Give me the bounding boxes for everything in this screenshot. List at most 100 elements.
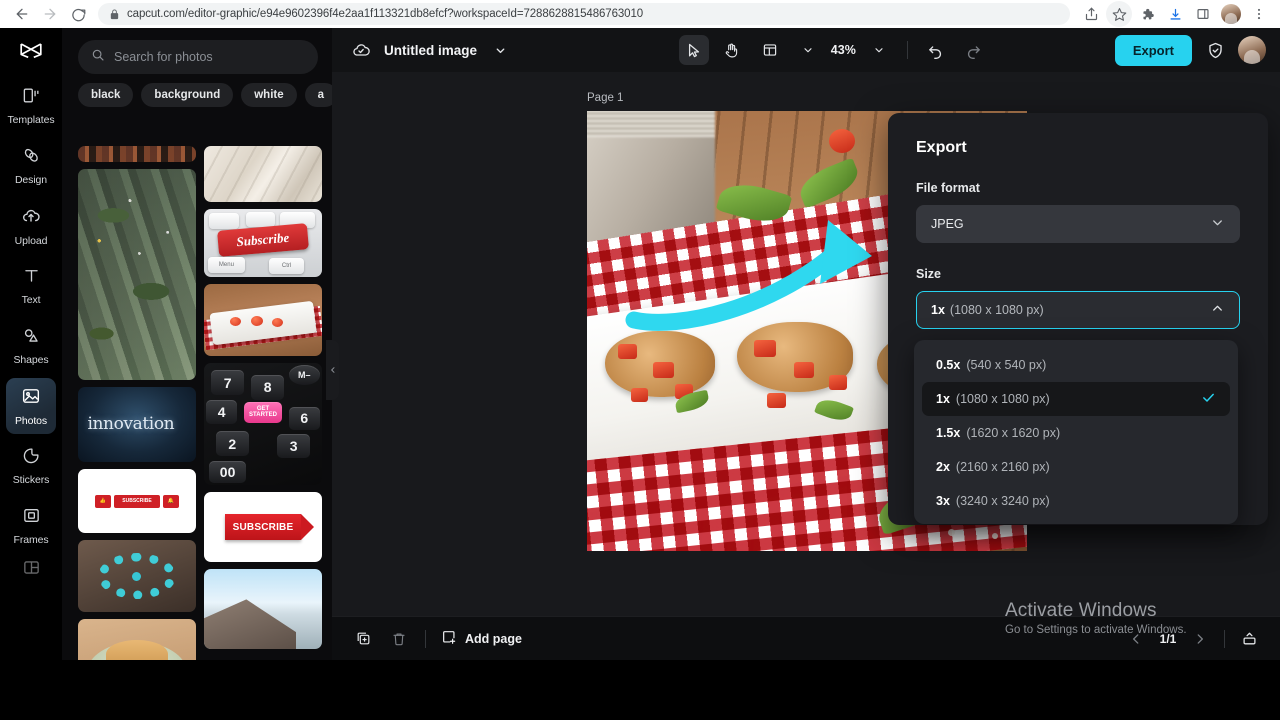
- next-page-button[interactable]: [1185, 624, 1215, 654]
- sidebar-item-design[interactable]: Design: [6, 138, 56, 194]
- file-format-select[interactable]: JPEG: [916, 205, 1240, 243]
- cloud-saved-icon[interactable]: [346, 35, 376, 65]
- layout-tool[interactable]: [755, 35, 785, 65]
- bookmark-star-icon[interactable]: [1106, 1, 1132, 27]
- chevron-up-icon: [1210, 301, 1225, 319]
- photo-grid: innovation 👍 SUBSCRIBE 🔔 Subscribe Menu …: [78, 146, 328, 660]
- size-option-1x[interactable]: 1x (1080 x 1080 px): [922, 382, 1230, 416]
- hand-tool[interactable]: [717, 35, 747, 65]
- design-icon: [22, 146, 41, 170]
- export-button[interactable]: Export: [1114, 34, 1192, 66]
- filter-chip-background[interactable]: background: [141, 83, 234, 107]
- size-option-text: 3x (3240 x 3240 px): [936, 494, 1050, 508]
- capcut-logo[interactable]: [11, 34, 51, 68]
- search-icon: [91, 48, 105, 67]
- sidebar-item-shapes[interactable]: Shapes: [6, 318, 56, 374]
- stickers-icon: [22, 446, 41, 470]
- artwork-jar-lid: [587, 111, 715, 137]
- select-tool[interactable]: [678, 35, 709, 65]
- chevron-down-icon[interactable]: [485, 35, 515, 65]
- thumb-text-innovation: innovation: [87, 414, 175, 434]
- calc-key-00: 00: [208, 460, 247, 483]
- photo-thumb-turquoise-beads[interactable]: [78, 540, 196, 612]
- sidebar-item-label: Shapes: [13, 354, 49, 366]
- artwork-tomato-dice-7: [767, 392, 787, 408]
- browser-back-button[interactable]: [8, 0, 36, 28]
- key-ctrl: Ctrl: [268, 257, 305, 275]
- shield-check-icon[interactable]: [1200, 35, 1230, 65]
- artwork-tomato-dice-5: [754, 339, 777, 357]
- calc-key-4: 4: [206, 399, 238, 424]
- document-title[interactable]: Untitled image: [384, 43, 477, 58]
- photo-thumb-subscribe-key[interactable]: Subscribe Menu Ctrl: [204, 209, 322, 277]
- zoom-caret-icon[interactable]: [864, 35, 894, 65]
- search-section: Search for photos: [62, 28, 332, 74]
- size-option-1.5x[interactable]: 1.5x (1620 x 1620 px): [922, 416, 1230, 450]
- text-icon: [22, 266, 41, 290]
- user-avatar[interactable]: [1238, 36, 1266, 64]
- panel-collapse-handle[interactable]: [326, 340, 339, 400]
- size-select[interactable]: 1x (1080 x 1080 px): [916, 291, 1240, 329]
- size-option-0.5x[interactable]: 0.5x (540 x 540 px): [922, 348, 1230, 382]
- add-page-button[interactable]: Add page: [441, 629, 522, 648]
- profile-avatar[interactable]: [1218, 1, 1244, 27]
- photo-thumb-city-street-strip[interactable]: [78, 146, 196, 162]
- photo-thumb-calculator-keys[interactable]: 7 8 M– 4 GET STARTED 6 2 3 00: [204, 363, 322, 485]
- sidebar-item-stickers[interactable]: Stickers: [6, 438, 56, 494]
- sidebar-item-templates[interactable]: Templates: [6, 78, 56, 134]
- photo-thumb-veggie-burger[interactable]: [78, 619, 196, 660]
- address-bar[interactable]: capcut.com/editor-graphic/e94e9602396f4e…: [98, 3, 1070, 25]
- duplicate-page-button[interactable]: [348, 624, 378, 654]
- size-option-text: 2x (2160 x 2160 px): [936, 460, 1050, 474]
- browser-reload-button[interactable]: [64, 0, 92, 28]
- calc-key-7: 7: [211, 370, 245, 395]
- editor-bottom-bar: Add page 1/1: [332, 616, 1280, 660]
- address-bar-url: capcut.com/editor-graphic/e94e9602396f4e…: [127, 8, 644, 20]
- size-option-3x[interactable]: 3x (3240 x 3240 px): [922, 484, 1230, 518]
- photo-thumb-subscribe-bar[interactable]: 👍 SUBSCRIBE 🔔: [78, 469, 196, 533]
- filter-chip-black[interactable]: black: [78, 83, 134, 107]
- thumb-text-subscribe-arrow: SUBSCRIBE: [225, 514, 314, 540]
- more-menu-icon[interactable]: [1246, 1, 1272, 27]
- delete-page-button[interactable]: [384, 624, 414, 654]
- profile-avatar-image: [1221, 4, 1241, 24]
- sidebar-item-text[interactable]: Text: [6, 258, 56, 314]
- zoom-level-value[interactable]: 43%: [831, 43, 856, 57]
- thumbs-up-badge: 👍: [95, 494, 111, 508]
- filter-chip-white[interactable]: white: [241, 83, 297, 107]
- size-options-dropdown: 0.5x (540 x 540 px) 1x (1080 x 1080 px) 1.…: [914, 340, 1238, 524]
- photo-thumb-subscribe-arrow[interactable]: SUBSCRIBE: [204, 492, 322, 562]
- pager-divider: [1224, 629, 1225, 648]
- size-option-text: 0.5x (540 x 540 px): [936, 358, 1047, 372]
- key-menu: Menu: [207, 256, 246, 273]
- redo-button[interactable]: [959, 35, 989, 65]
- size-option-text: 1x (1080 x 1080 px): [936, 392, 1050, 406]
- photo-thumb-mountain-sky[interactable]: [204, 569, 322, 649]
- size-option-2x[interactable]: 2x (2160 x 2160 px): [922, 450, 1230, 484]
- sidebar-item-more[interactable]: [6, 558, 56, 598]
- expand-panel-button[interactable]: [1234, 624, 1264, 654]
- sidebar-item-upload[interactable]: Upload: [6, 198, 56, 254]
- prev-page-button[interactable]: [1121, 624, 1151, 654]
- page-label: Page 1: [587, 92, 624, 104]
- search-input[interactable]: Search for photos: [78, 40, 318, 74]
- undo-button[interactable]: [921, 35, 951, 65]
- artwork-tomato-dice-3: [631, 388, 648, 403]
- share-icon[interactable]: [1078, 1, 1104, 27]
- sidebar-item-frames[interactable]: Frames: [6, 498, 56, 554]
- extensions-puzzle-icon[interactable]: [1134, 1, 1160, 27]
- photo-grid-column-left: innovation 👍 SUBSCRIBE 🔔: [78, 146, 196, 660]
- photo-thumb-white-fabric[interactable]: [204, 146, 322, 202]
- capcut-app: Templates Design Upload Text Shapes Phot…: [0, 28, 1280, 660]
- size-value: 1x (1080 x 1080 px): [931, 303, 1044, 317]
- sidebar-panel-icon[interactable]: [1190, 1, 1216, 27]
- photo-thumb-aerial-road-junction[interactable]: [78, 169, 196, 380]
- download-icon[interactable]: [1162, 1, 1188, 27]
- photo-thumb-bruschetta-tray[interactable]: [204, 284, 322, 356]
- browser-forward-button[interactable]: [36, 0, 64, 28]
- filter-chip-partial[interactable]: a: [304, 83, 332, 107]
- layout-caret-icon[interactable]: [793, 35, 823, 65]
- calc-key-2: 2: [215, 431, 249, 456]
- photo-thumb-innovation-text[interactable]: innovation: [78, 387, 196, 462]
- sidebar-item-photos[interactable]: Photos: [6, 378, 56, 434]
